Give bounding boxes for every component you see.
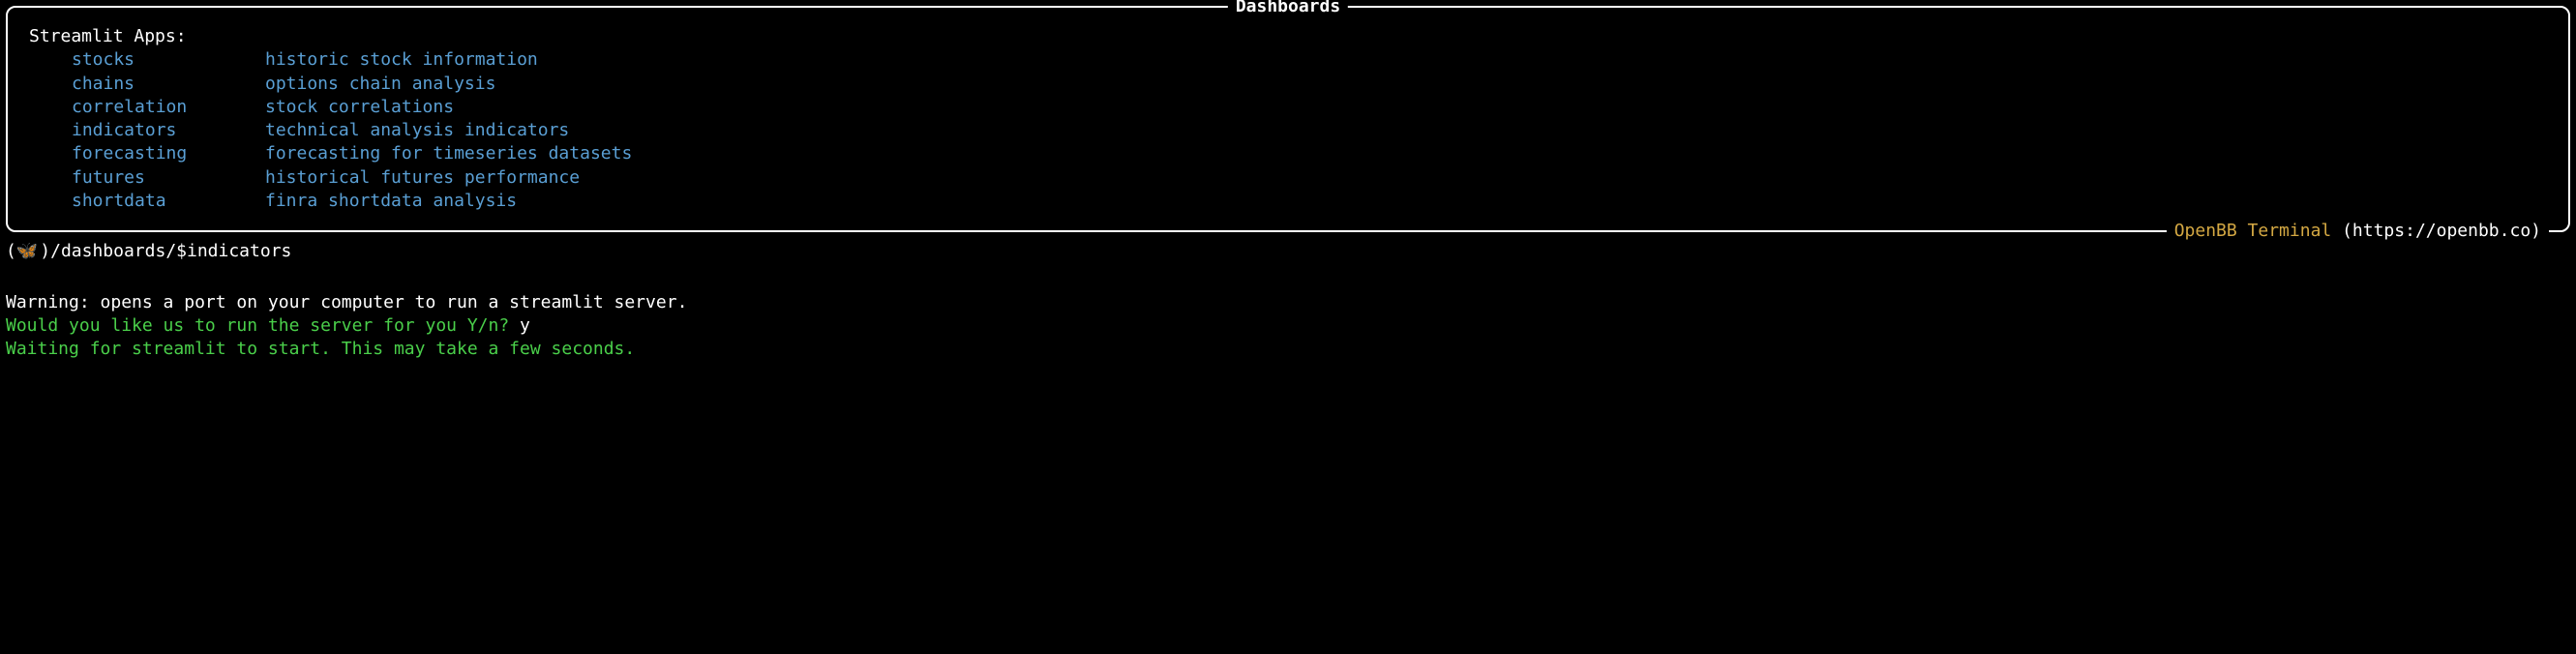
butterfly-icon: 🦋	[16, 240, 38, 263]
item-desc: options chain analysis	[265, 73, 495, 96]
panel-title: Dashboards	[1228, 0, 1348, 18]
item-desc: stock correlations	[265, 96, 454, 119]
section-header: Streamlit Apps:	[19, 25, 2557, 48]
item-name: shortdata	[72, 190, 265, 213]
item-name: correlation	[72, 96, 265, 119]
paren-close: )	[40, 240, 50, 263]
menu-item-chains[interactable]: chains options chain analysis	[19, 73, 2557, 96]
item-desc: technical analysis indicators	[265, 119, 569, 142]
waiting-message: Waiting for streamlit to start. This may…	[6, 338, 2570, 361]
item-desc: forecasting for timeseries datasets	[265, 142, 632, 165]
item-desc: historical futures performance	[265, 166, 580, 190]
question-text: Would you like us to run the server for …	[6, 315, 520, 336]
item-name: futures	[72, 166, 265, 190]
menu-item-futures[interactable]: futures historical futures performance	[19, 166, 2557, 190]
item-name: stocks	[72, 48, 265, 72]
item-name: indicators	[72, 119, 265, 142]
warning-message: Warning: opens a port on your computer t…	[6, 291, 2570, 314]
spacer	[6, 268, 2570, 291]
menu-item-forecasting[interactable]: forecasting forecasting for timeseries d…	[19, 142, 2557, 165]
entered-command: indicators	[187, 240, 291, 263]
panel-footer: OpenBB Terminal (https://openbb.co)	[2167, 220, 2549, 243]
menu-item-stocks[interactable]: stocks historic stock information	[19, 48, 2557, 72]
brand-name: OpenBB Terminal	[2174, 221, 2332, 241]
prompt-symbol: $	[176, 240, 187, 263]
confirmation-prompt[interactable]: Would you like us to run the server for …	[6, 314, 2570, 338]
paren-open: (	[6, 240, 16, 263]
menu-item-correlation[interactable]: correlation stock correlations	[19, 96, 2557, 119]
user-answer: y	[520, 315, 530, 336]
item-desc: historic stock information	[265, 48, 538, 72]
current-path: /dashboards/	[50, 240, 176, 263]
item-desc: finra shortdata analysis	[265, 190, 517, 213]
menu-item-indicators[interactable]: indicators technical analysis indicators	[19, 119, 2557, 142]
brand-url: (https://openbb.co)	[2331, 221, 2541, 241]
item-name: forecasting	[72, 142, 265, 165]
dashboards-panel: Dashboards Streamlit Apps: stocks histor…	[6, 6, 2570, 232]
menu-item-shortdata[interactable]: shortdata finra shortdata analysis	[19, 190, 2557, 213]
item-name: chains	[72, 73, 265, 96]
